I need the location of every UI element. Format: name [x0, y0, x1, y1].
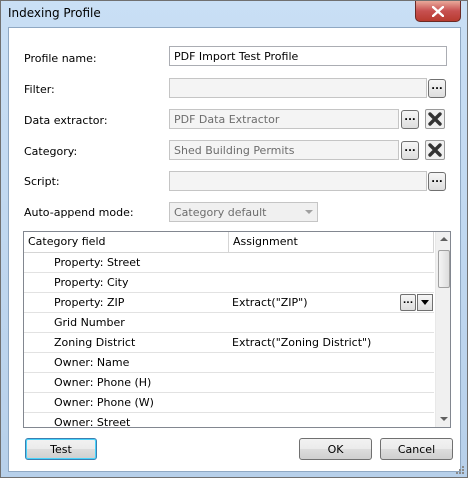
- data-extractor-browse-label: ...: [404, 112, 416, 123]
- category-field-grid[interactable]: Category field Assignment Property: Stre…: [23, 231, 451, 428]
- scrollbar-thumb[interactable]: [438, 250, 450, 288]
- category-input[interactable]: Shed Building Permits: [169, 140, 399, 160]
- close-button[interactable]: [415, 1, 461, 22]
- ok-button-label: OK: [327, 442, 344, 456]
- row-browse-label: ...: [402, 296, 414, 306]
- table-row[interactable]: Property: ZIP Extract("ZIP") ...: [24, 293, 434, 313]
- table-row[interactable]: Property: Street: [24, 253, 434, 273]
- delete-icon: [428, 112, 442, 126]
- filter-browse-button[interactable]: ...: [428, 79, 446, 98]
- data-extractor-clear-button[interactable]: [425, 109, 445, 129]
- auto-append-select[interactable]: Category default: [169, 202, 318, 222]
- resize-grip-icon[interactable]: [455, 465, 465, 475]
- profile-name-value: PDF Import Test Profile: [174, 50, 299, 63]
- scroll-up-icon[interactable]: [440, 237, 448, 241]
- cell-category-field: Owner: Phone (H): [54, 376, 152, 389]
- cell-assignment[interactable]: Extract("ZIP"): [232, 296, 308, 309]
- vertical-scrollbar[interactable]: [435, 232, 450, 427]
- script-label: Script:: [24, 175, 60, 188]
- table-row[interactable]: Owner: Street: [24, 413, 434, 428]
- table-row[interactable]: Owner: Name: [24, 353, 434, 373]
- ok-button[interactable]: OK: [299, 438, 372, 460]
- data-extractor-browse-button[interactable]: ...: [401, 110, 419, 129]
- category-clear-button[interactable]: [425, 140, 445, 160]
- cancel-button-label: Cancel: [397, 442, 436, 456]
- filter-input[interactable]: [169, 78, 427, 98]
- auto-append-value: Category default: [174, 206, 267, 219]
- row-dropdown-button[interactable]: [417, 294, 433, 311]
- scroll-down-icon[interactable]: [440, 417, 448, 421]
- data-extractor-value: PDF Data Extractor: [174, 113, 280, 126]
- auto-append-label: Auto-append mode:: [24, 206, 134, 219]
- category-label: Category:: [24, 145, 78, 158]
- cell-category-field: Owner: Phone (W): [54, 396, 154, 409]
- script-input[interactable]: [169, 171, 427, 191]
- column-divider[interactable]: [228, 232, 229, 252]
- row-browse-button[interactable]: ...: [400, 294, 416, 311]
- table-row[interactable]: Grid Number: [24, 313, 434, 333]
- cell-category-field: Property: Street: [54, 256, 141, 269]
- cell-category-field: Zoning District: [54, 336, 136, 349]
- cell-category-field: Grid Number: [54, 316, 125, 329]
- column-header-assignment[interactable]: Assignment: [233, 235, 298, 248]
- test-button-label: Test: [50, 442, 72, 456]
- cancel-button[interactable]: Cancel: [380, 438, 453, 460]
- chevron-down-icon: [421, 300, 429, 305]
- filter-browse-label: ...: [431, 81, 443, 92]
- cell-category-field: Property: City: [54, 276, 129, 289]
- column-divider[interactable]: [433, 232, 434, 252]
- grid-header: Category field Assignment: [24, 232, 434, 253]
- profile-name-input[interactable]: PDF Import Test Profile: [169, 46, 447, 66]
- cell-category-field: Owner: Name: [54, 356, 130, 369]
- table-row[interactable]: Property: City: [24, 273, 434, 293]
- cell-category-field: Property: ZIP: [54, 296, 125, 309]
- window-title: Indexing Profile: [8, 6, 101, 20]
- title-bar[interactable]: Indexing Profile: [1, 1, 467, 27]
- filter-label: Filter:: [24, 83, 55, 96]
- data-extractor-input[interactable]: PDF Data Extractor: [169, 109, 399, 129]
- table-row[interactable]: Owner: Phone (H): [24, 373, 434, 393]
- category-browse-button[interactable]: ...: [401, 141, 419, 160]
- category-value: Shed Building Permits: [174, 144, 295, 157]
- script-browse-label: ...: [431, 174, 443, 185]
- script-browse-button[interactable]: ...: [428, 172, 446, 191]
- data-extractor-label: Data extractor:: [24, 114, 108, 127]
- delete-icon: [428, 143, 442, 157]
- test-button[interactable]: Test: [25, 438, 97, 460]
- indexing-profile-dialog: Indexing Profile Profile name: PDF Impor…: [0, 0, 468, 478]
- cell-assignment[interactable]: Extract("Zoning District"): [232, 336, 371, 349]
- table-row[interactable]: Owner: Phone (W): [24, 393, 434, 413]
- chevron-down-icon: [305, 210, 313, 214]
- table-row[interactable]: Zoning District Extract("Zoning District…: [24, 333, 434, 353]
- cell-category-field: Owner: Street: [54, 416, 131, 428]
- close-icon: [432, 5, 444, 17]
- profile-name-label: Profile name:: [24, 52, 97, 65]
- column-header-category-field[interactable]: Category field: [28, 235, 105, 248]
- category-browse-label: ...: [404, 143, 416, 154]
